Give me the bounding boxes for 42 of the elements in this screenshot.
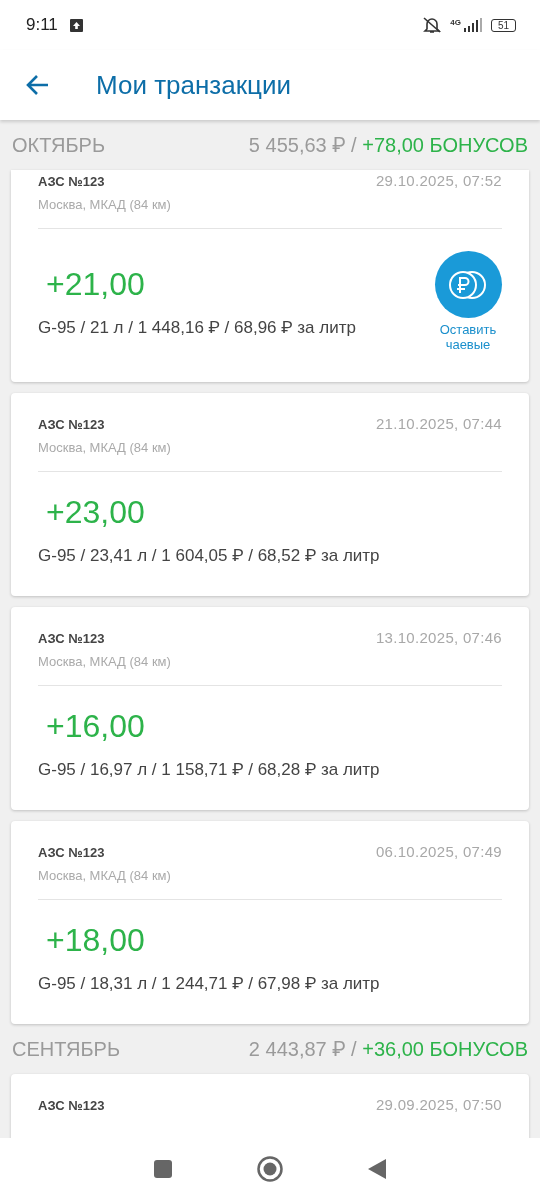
screen-title: Мои транзакции bbox=[96, 69, 292, 101]
station-name: АЗС №123 bbox=[38, 417, 105, 432]
bonus-amount: +16,00 bbox=[46, 708, 146, 745]
clock: 9:11 bbox=[26, 15, 58, 35]
fuel-details: G-95 / 16,97 л / 1 158,71 ₽ / 68,28 ₽ за литр bbox=[38, 759, 380, 780]
station-address: Москва, МКАД (84 км) bbox=[38, 654, 172, 669]
station-name: АЗС №123 bbox=[38, 631, 105, 646]
transaction-card[interactable]: АЗС №123 13.10.2025, 07:46 Москва, МКАД (84 км) +16,00 G-95 / 16,97 л / 1 158,71 ₽ / 68,28 ₽ за литр bbox=[11, 607, 529, 810]
transaction-date: 29.09.2025, 07:50 bbox=[375, 1096, 502, 1113]
transaction-card[interactable]: АЗС №123 29.10.2025, 07:52 Москва, МКАД (84 км) +21,00 G-95 / 21 л / 1 448,16 ₽ / 68,96 ₽ за литр Оставить чаевые bbox=[11, 170, 529, 382]
fuel-details: G-95 / 21 л / 1 448,16 ₽ / 68,96 ₽ за литр bbox=[38, 316, 356, 338]
month-name: ОКТЯБРЬ bbox=[12, 133, 106, 157]
network-type: 4G bbox=[450, 18, 461, 27]
home-icon[interactable] bbox=[257, 1156, 283, 1182]
upload-icon bbox=[69, 18, 83, 32]
station-name: АЗС №123 bbox=[38, 174, 105, 189]
muted-bell-icon bbox=[422, 16, 443, 34]
transaction-date: 29.10.2025, 07:52 bbox=[375, 172, 502, 189]
transaction-date: 21.10.2025, 07:44 bbox=[375, 415, 502, 432]
signal-icon bbox=[462, 18, 483, 32]
fuel-details: G-95 / 18,31 л / 1 244,71 ₽ / 67,98 ₽ за литр bbox=[38, 973, 380, 994]
bonus-amount: +18,00 bbox=[46, 922, 146, 959]
station-address: Москва, МКАД (84 км) bbox=[38, 197, 172, 212]
transaction-card[interactable]: АЗС №123 06.10.2025, 07:49 Москва, МКАД (84 км) +18,00 G-95 / 18,31 л / 1 244,71 ₽ / 67,98 ₽ за литр bbox=[11, 821, 529, 1024]
transaction-card[interactable]: АЗС №123 21.10.2025, 07:44 Москва, МКАД (84 км) +23,00 G-95 / 23,41 л / 1 604,05 ₽ / 68,52 ₽ за литр bbox=[11, 393, 529, 596]
transaction-date: 06.10.2025, 07:49 bbox=[375, 843, 502, 860]
month-total: 2 443,87 ₽ / +36,00 БОНУСОВ bbox=[248, 1037, 528, 1061]
station-address: Москва, МКАД (84 км) bbox=[38, 440, 172, 455]
fuel-details: G-95 / 23,41 л / 1 604,05 ₽ / 68,52 ₽ за литр bbox=[38, 545, 380, 566]
recents-icon[interactable] bbox=[153, 1159, 173, 1179]
coins-icon bbox=[448, 268, 488, 301]
battery-indicator: 51 bbox=[490, 18, 516, 32]
back-icon[interactable] bbox=[367, 1158, 387, 1180]
station-name: АЗС №123 bbox=[38, 1098, 105, 1113]
bonus-amount: +21,00 bbox=[46, 265, 146, 303]
month-name: СЕНТЯБРЬ bbox=[12, 1037, 121, 1061]
transaction-date: 13.10.2025, 07:46 bbox=[375, 629, 502, 646]
month-total: 5 455,63 ₽ / +78,00 БОНУСОВ bbox=[248, 133, 528, 157]
transaction-card[interactable]: АЗС №123 29.09.2025, 07:50 bbox=[11, 1074, 529, 1138]
station-name: АЗС №123 bbox=[38, 845, 105, 860]
bonus-amount: +23,00 bbox=[46, 494, 146, 531]
station-address: Москва, МКАД (84 км) bbox=[38, 868, 172, 883]
